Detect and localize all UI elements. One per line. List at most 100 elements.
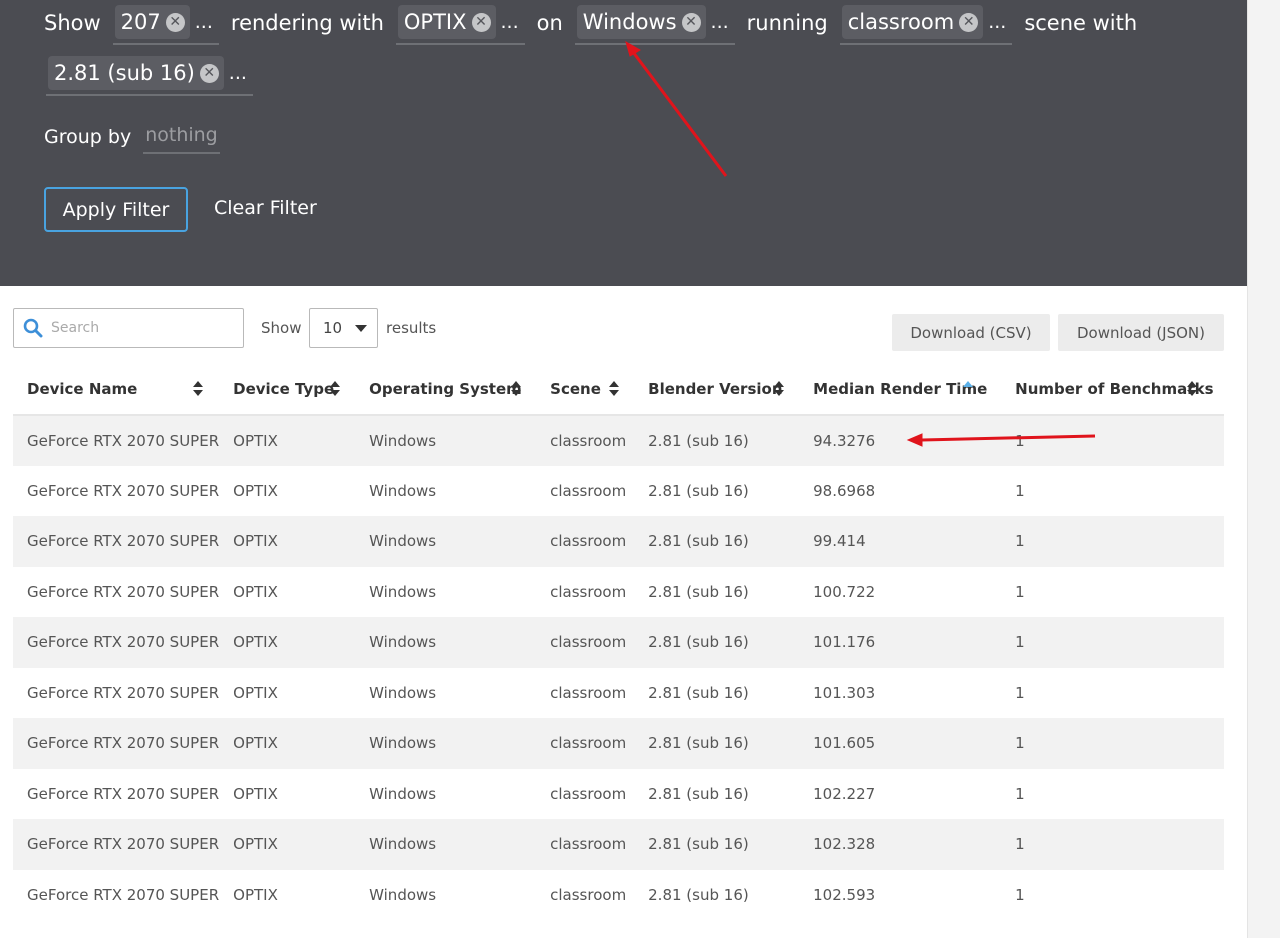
cell-operating-system: Windows xyxy=(369,784,437,803)
more-options-ellipsis[interactable]: ... xyxy=(501,11,519,33)
cell-number-of-benchmarks: 1 xyxy=(1001,819,1224,870)
table-row[interactable]: GeForce RTX 2070 SUPER OPTIX Windows cla… xyxy=(13,769,1224,820)
page-size-select[interactable]: 10 xyxy=(309,308,378,348)
cell-scene: classroom xyxy=(536,819,635,870)
table-row[interactable]: GeForce RTX 2070 SUPER OPTIX Windows cla… xyxy=(13,567,1224,618)
cell-device-type: OPTIX xyxy=(219,617,356,668)
remove-chip-icon[interactable]: ✕ xyxy=(471,12,491,32)
cell-scene: classroom xyxy=(536,718,635,769)
page-scrollbar[interactable] xyxy=(1247,0,1280,938)
on-word: on xyxy=(536,11,563,35)
download-csv-button[interactable]: Download (CSV) xyxy=(892,314,1050,351)
column-header-median-render-time[interactable]: Median Render Time xyxy=(799,364,1002,416)
cell-device-name: GeForce RTX 2070 SUPER xyxy=(13,819,220,870)
remove-chip-icon[interactable]: ✕ xyxy=(165,12,185,32)
cell-device-name: GeForce RTX 2070 SUPER xyxy=(13,415,220,466)
sort-ascending-icon xyxy=(963,381,974,397)
os-chip[interactable]: Windows ✕ xyxy=(576,5,706,39)
cell-blender-version: 2.81 (sub 16) xyxy=(634,415,800,466)
table-row[interactable]: GeForce RTX 2070 SUPER OPTIX Windows cla… xyxy=(13,819,1224,870)
table-row[interactable]: GeForce RTX 2070 SUPER OPTIX Windows cla… xyxy=(13,668,1224,719)
cell-device-type: OPTIX xyxy=(219,516,356,567)
cell-median-render-time: 102.227 xyxy=(813,784,876,803)
cell-number-of-benchmarks: 1 xyxy=(1001,617,1224,668)
cell-device-type: OPTIX xyxy=(233,885,278,904)
cell-operating-system: Windows xyxy=(369,481,437,500)
scene-filter-field[interactable]: classroom ✕ ... xyxy=(839,1,1013,45)
cell-blender-version: 2.81 (sub 16) xyxy=(648,683,749,702)
cell-number-of-benchmarks: 1 xyxy=(1015,885,1025,904)
search-input[interactable] xyxy=(51,320,231,336)
cell-median-render-time: 101.176 xyxy=(799,617,1002,668)
column-header-device-type[interactable]: Device Type xyxy=(219,364,356,416)
cell-operating-system: Windows xyxy=(369,885,437,904)
cell-number-of-benchmarks: 1 xyxy=(1015,582,1025,601)
cell-operating-system: Windows xyxy=(355,617,537,668)
cell-device-type: OPTIX xyxy=(233,784,278,803)
cell-device-name: GeForce RTX 2070 SUPER xyxy=(27,885,220,904)
table-row[interactable]: GeForce RTX 2070 SUPER OPTIX Windows cla… xyxy=(13,415,1224,466)
table-row[interactable]: GeForce RTX 2070 SUPER OPTIX Windows cla… xyxy=(13,617,1224,668)
cell-scene: classroom xyxy=(550,885,627,904)
group-by-row: Group by nothing xyxy=(44,120,220,154)
cell-number-of-benchmarks: 1 xyxy=(1001,516,1224,567)
table-header-row: Device Name Device Type Operating System… xyxy=(13,364,1224,416)
cell-operating-system: Windows xyxy=(369,683,437,702)
cell-scene: classroom xyxy=(550,481,627,500)
download-json-button[interactable]: Download (JSON) xyxy=(1058,314,1224,351)
cell-blender-version: 2.81 (sub 16) xyxy=(648,885,749,904)
device-type-filter-field[interactable]: OPTIX ✕ ... xyxy=(395,1,525,45)
version-chip[interactable]: 2.81 (sub 16) ✕ xyxy=(48,56,224,90)
cell-median-render-time: 100.722 xyxy=(813,582,876,601)
column-header-label: Median Render Time xyxy=(813,380,988,398)
cell-median-render-time: 101.605 xyxy=(799,718,1002,769)
apply-filter-button[interactable]: Apply Filter xyxy=(44,187,188,232)
sort-icon xyxy=(1187,381,1198,397)
remove-chip-icon[interactable]: ✕ xyxy=(959,12,979,32)
remove-chip-icon[interactable]: ✕ xyxy=(199,63,219,83)
group-by-label: Group by xyxy=(44,126,132,148)
group-by-select[interactable]: nothing xyxy=(143,120,220,154)
cell-device-type: OPTIX xyxy=(219,819,356,870)
cell-device-type: OPTIX xyxy=(219,415,356,466)
remove-chip-icon[interactable]: ✕ xyxy=(681,12,701,32)
cell-number-of-benchmarks: 1 xyxy=(1001,415,1224,466)
cell-operating-system: Windows xyxy=(369,582,437,601)
column-header-scene[interactable]: Scene xyxy=(536,364,635,416)
device-type-chip[interactable]: OPTIX ✕ xyxy=(397,5,496,39)
device-chip[interactable]: 207 ✕ xyxy=(114,5,190,39)
cell-blender-version: 2.81 (sub 16) xyxy=(648,582,749,601)
scene-chip[interactable]: classroom ✕ xyxy=(841,5,984,39)
sort-icon xyxy=(609,381,620,397)
column-header-label: Scene xyxy=(550,380,601,398)
cell-number-of-benchmarks: 1 xyxy=(1001,718,1224,769)
table-row[interactable]: GeForce RTX 2070 SUPER OPTIX Windows cla… xyxy=(13,718,1224,769)
column-header-label: Number of Benchmarks xyxy=(1015,380,1214,398)
cell-number-of-benchmarks: 1 xyxy=(1015,683,1025,702)
table-row[interactable]: GeForce RTX 2070 SUPER OPTIX Windows cla… xyxy=(13,870,1224,921)
more-options-ellipsis[interactable]: ... xyxy=(229,62,247,84)
cell-device-type: OPTIX xyxy=(219,718,356,769)
page-size-value: 10 xyxy=(323,319,343,337)
search-field[interactable] xyxy=(13,308,244,348)
cell-blender-version: 2.81 (sub 16) xyxy=(634,718,800,769)
column-header-device-name[interactable]: Device Name xyxy=(13,364,220,416)
cell-scene: classroom xyxy=(550,683,627,702)
column-header-blender-version[interactable]: Blender Version xyxy=(634,364,800,416)
cell-device-name: GeForce RTX 2070 SUPER xyxy=(27,683,220,702)
table-row[interactable]: GeForce RTX 2070 SUPER OPTIX Windows cla… xyxy=(13,516,1224,567)
column-header-label: Device Type xyxy=(233,380,335,398)
column-header-operating-system[interactable]: Operating System xyxy=(355,364,537,416)
cell-device-name: GeForce RTX 2070 SUPER xyxy=(27,481,220,500)
more-options-ellipsis[interactable]: ... xyxy=(988,11,1006,33)
os-filter-field[interactable]: Windows ✕ ... xyxy=(574,1,735,45)
version-filter-field[interactable]: 2.81 (sub 16) ✕ ... xyxy=(46,52,253,96)
more-options-ellipsis[interactable]: ... xyxy=(195,11,213,33)
more-options-ellipsis[interactable]: ... xyxy=(711,11,729,33)
column-header-number-of-benchmarks[interactable]: Number of Benchmarks xyxy=(1001,364,1224,416)
cell-scene: classroom xyxy=(550,784,627,803)
device-filter-field[interactable]: 207 ✕ ... xyxy=(112,1,219,45)
cell-number-of-benchmarks: 1 xyxy=(1015,481,1025,500)
clear-filter-button[interactable]: Clear Filter xyxy=(214,197,317,219)
table-row[interactable]: GeForce RTX 2070 SUPER OPTIX Windows cla… xyxy=(13,466,1224,517)
